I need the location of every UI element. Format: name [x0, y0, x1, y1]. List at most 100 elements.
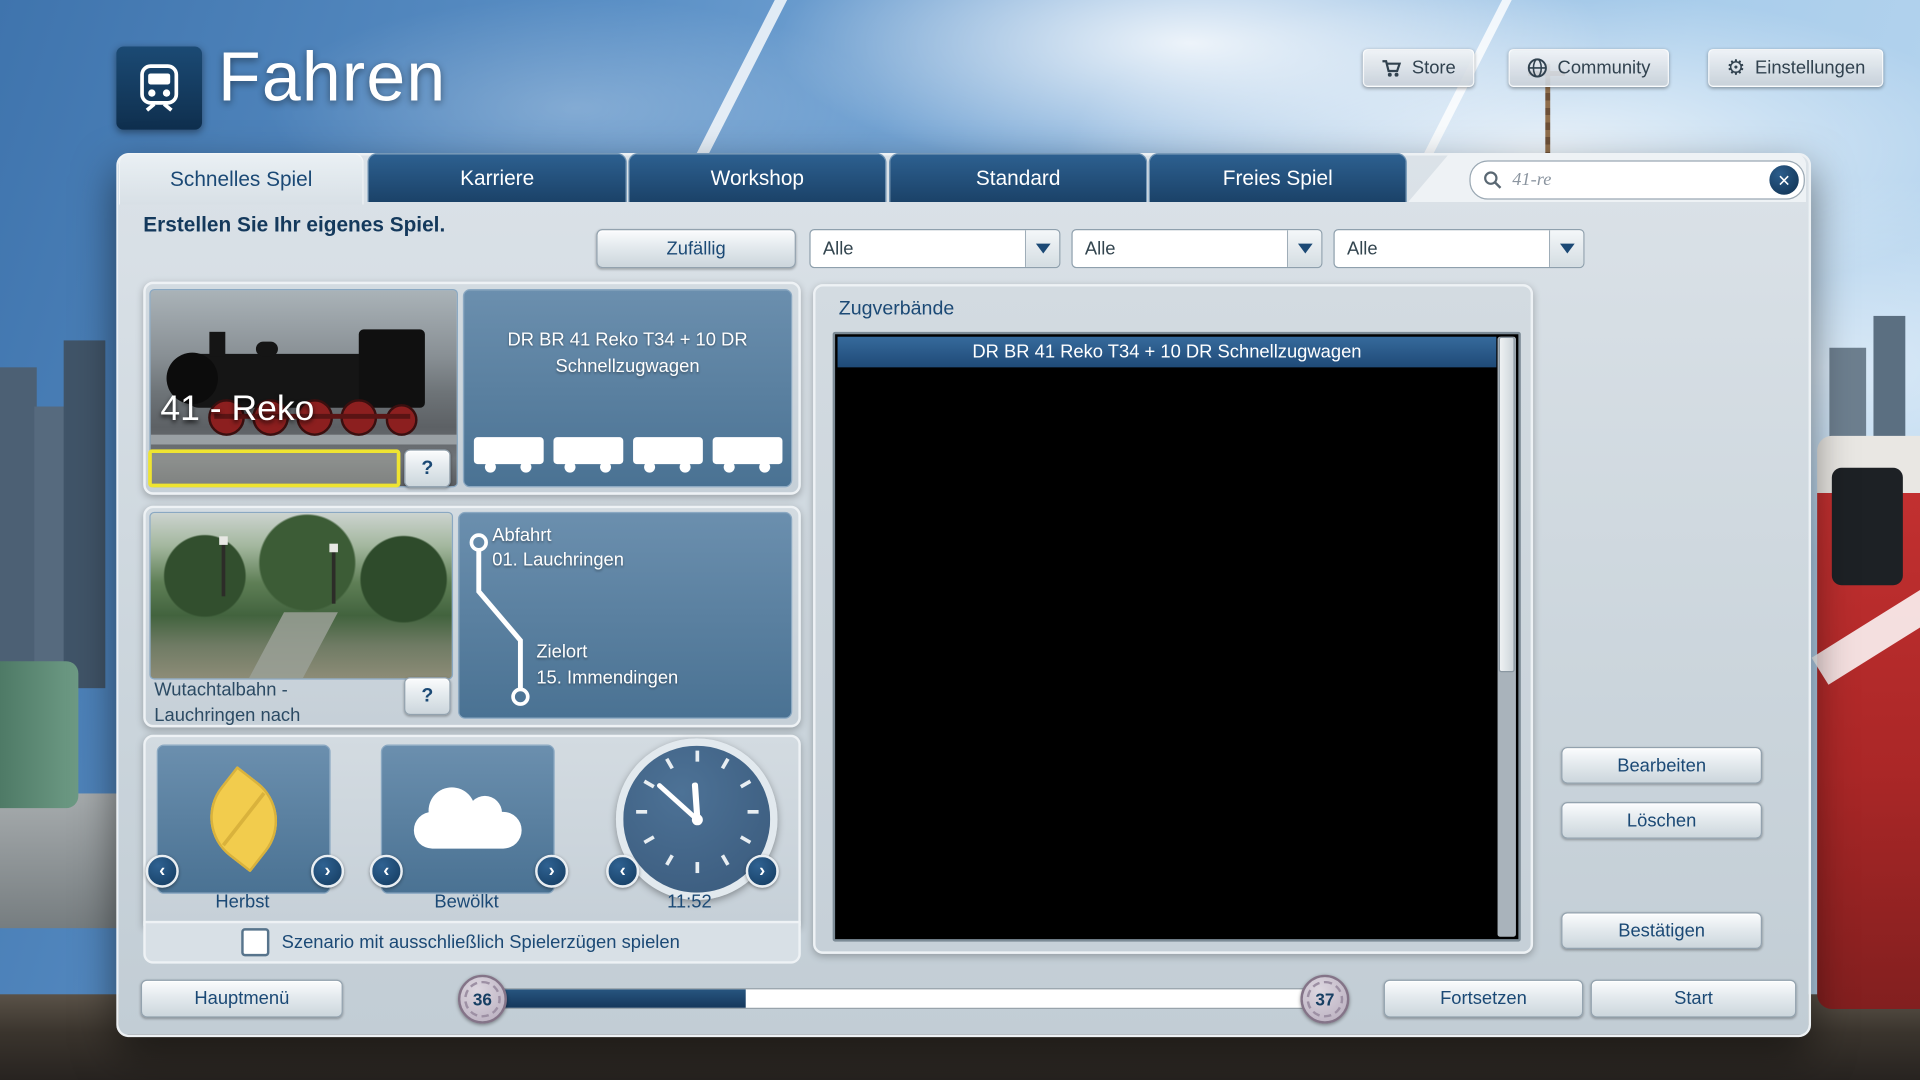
tab-schnelles-spiel[interactable]: Schnelles Spiel: [119, 153, 364, 204]
cart-icon: [1381, 58, 1402, 78]
filter-dropdown-1[interactable]: Alle: [809, 229, 1060, 268]
time-next-button[interactable]: ›: [746, 855, 779, 888]
route-image[interactable]: [149, 512, 453, 680]
delete-button[interactable]: Löschen: [1561, 802, 1762, 839]
background-building: [34, 407, 66, 689]
leaf-icon: [190, 766, 297, 873]
dropdown-value: Alle: [1073, 238, 1287, 259]
clock-center: [691, 814, 702, 825]
search-box: ×: [1469, 160, 1805, 199]
cloud-icon: [414, 812, 522, 849]
continue-button[interactable]: Fortsetzen: [1384, 980, 1584, 1018]
background-building: [0, 367, 37, 685]
wagon-icon: [473, 437, 543, 464]
random-button[interactable]: Zufällig: [596, 229, 796, 268]
weather-tile: [381, 744, 555, 893]
filter-dropdown-2[interactable]: Alle: [1071, 229, 1322, 268]
semaphore-signal: [332, 547, 336, 603]
slider-knob-left[interactable]: 36: [458, 975, 507, 1024]
season-next-button[interactable]: ›: [311, 855, 344, 888]
store-button[interactable]: Store: [1363, 49, 1474, 87]
edit-button-label: Bearbeiten: [1617, 755, 1706, 776]
start-button-label: Start: [1674, 988, 1713, 1009]
engine-name-input[interactable]: [148, 449, 400, 487]
tab-standard[interactable]: Standard: [889, 153, 1147, 202]
player-only-strip: Szenario mit ausschließlich Spielerzügen…: [143, 921, 801, 964]
departure-label: Abfahrt: [492, 524, 551, 548]
time-prev-button[interactable]: ‹: [606, 855, 639, 888]
list-item-label: DR BR 41 Reko T34 + 10 DR Schnellzugwage…: [972, 342, 1361, 363]
help-label: ?: [421, 685, 433, 707]
wagon-icon: [553, 437, 623, 464]
background-building: [64, 340, 106, 688]
semaphore-signal: [222, 540, 226, 596]
edit-button[interactable]: Bearbeiten: [1561, 747, 1762, 784]
tab-workshop[interactable]: Workshop: [628, 153, 886, 202]
chevron-down-icon[interactable]: [1287, 230, 1321, 267]
season-label: Herbst: [157, 891, 328, 912]
consist-title: DR BR 41 Reko T34 + 10 DR Schnellzugwage…: [476, 327, 778, 381]
scenario-slider-track[interactable]: [496, 988, 1309, 1009]
confirm-button[interactable]: Bestätigen: [1561, 912, 1762, 949]
globe-icon: [1527, 58, 1548, 79]
gear-icon: ⚙: [1727, 56, 1746, 80]
start-button[interactable]: Start: [1591, 980, 1797, 1018]
consist-listbox: DR BR 41 Reko T34 + 10 DR Schnellzugwage…: [833, 332, 1521, 942]
destination-label: Zielort: [536, 640, 587, 664]
community-button[interactable]: Community: [1509, 49, 1669, 87]
tab-karriere[interactable]: Karriere: [367, 153, 627, 202]
route-image-track: [246, 612, 339, 679]
consist-wagons: [464, 437, 791, 464]
player-only-label: Szenario mit ausschließlich Spielerzügen…: [282, 932, 680, 953]
player-only-checkbox[interactable]: [241, 928, 269, 956]
filter-dropdown-3[interactable]: Alle: [1333, 229, 1584, 268]
dropdown-value: Alle: [811, 238, 1025, 259]
route-name: Wutachtalbahn - Lauchringen nach: [154, 677, 399, 728]
page-title: Fahren: [218, 37, 447, 118]
app-logo: [116, 47, 202, 130]
route-name-line1: Wutachtalbahn -: [154, 677, 399, 703]
help-label: ?: [421, 457, 433, 479]
chevron-down-icon[interactable]: [1025, 230, 1059, 267]
background-red-train: [1817, 436, 1920, 1009]
route-map-panel: Abfahrt 01. Lauchringen Zielort 15. Imme…: [458, 512, 792, 719]
search-input[interactable]: [1510, 168, 1770, 191]
season-prev-button[interactable]: ‹: [146, 855, 179, 888]
background-platform: [0, 793, 118, 928]
chevron-down-icon[interactable]: [1549, 230, 1583, 267]
tab-label: Workshop: [711, 166, 804, 190]
consist-preview-panel: DR BR 41 Reko T34 + 10 DR Schnellzugwage…: [463, 289, 792, 487]
route-help-button[interactable]: ?: [404, 677, 451, 715]
search-icon: [1483, 170, 1503, 190]
tab-label: Karriere: [460, 166, 534, 190]
wagon-icon: [632, 437, 702, 464]
weather-prev-button[interactable]: ‹: [370, 855, 403, 888]
settings-button[interactable]: ⚙ Einstellungen: [1708, 49, 1884, 87]
community-button-label: Community: [1558, 58, 1651, 79]
list-item-selected[interactable]: DR BR 41 Reko T34 + 10 DR Schnellzugwage…: [838, 337, 1497, 368]
scrollbar-thumb[interactable]: [1499, 337, 1515, 673]
main-menu-label: Hauptmenü: [194, 988, 289, 1009]
clear-search-button[interactable]: ×: [1769, 165, 1798, 194]
weather-next-button[interactable]: ›: [535, 855, 568, 888]
tab-label: Standard: [976, 166, 1060, 190]
season-tile: [157, 744, 331, 893]
slider-knob-left-value: 36: [473, 989, 492, 1009]
destination-station: 15. Immendingen: [536, 666, 678, 690]
background-green-train: [0, 661, 78, 808]
screen: Fahren Store Community ⚙ Einstellungen S…: [0, 0, 1920, 1080]
store-button-label: Store: [1412, 58, 1456, 79]
tab-label: Freies Spiel: [1223, 166, 1333, 190]
engine-help-button[interactable]: ?: [404, 449, 451, 487]
confirm-button-label: Bestätigen: [1618, 920, 1705, 941]
delete-button-label: Löschen: [1627, 810, 1696, 831]
departure-station: 01. Lauchringen: [492, 549, 624, 573]
scrollbar-track[interactable]: [1498, 337, 1516, 937]
slider-knob-right-value: 37: [1315, 989, 1334, 1009]
tab-freies-spiel[interactable]: Freies Spiel: [1149, 153, 1407, 202]
random-button-label: Zufällig: [667, 238, 726, 259]
route-name-line2: Lauchringen nach: [154, 703, 399, 729]
slider-knob-right[interactable]: 37: [1300, 975, 1349, 1024]
main-menu-button[interactable]: Hauptmenü: [141, 980, 343, 1018]
time-label: 11:52: [616, 891, 763, 912]
